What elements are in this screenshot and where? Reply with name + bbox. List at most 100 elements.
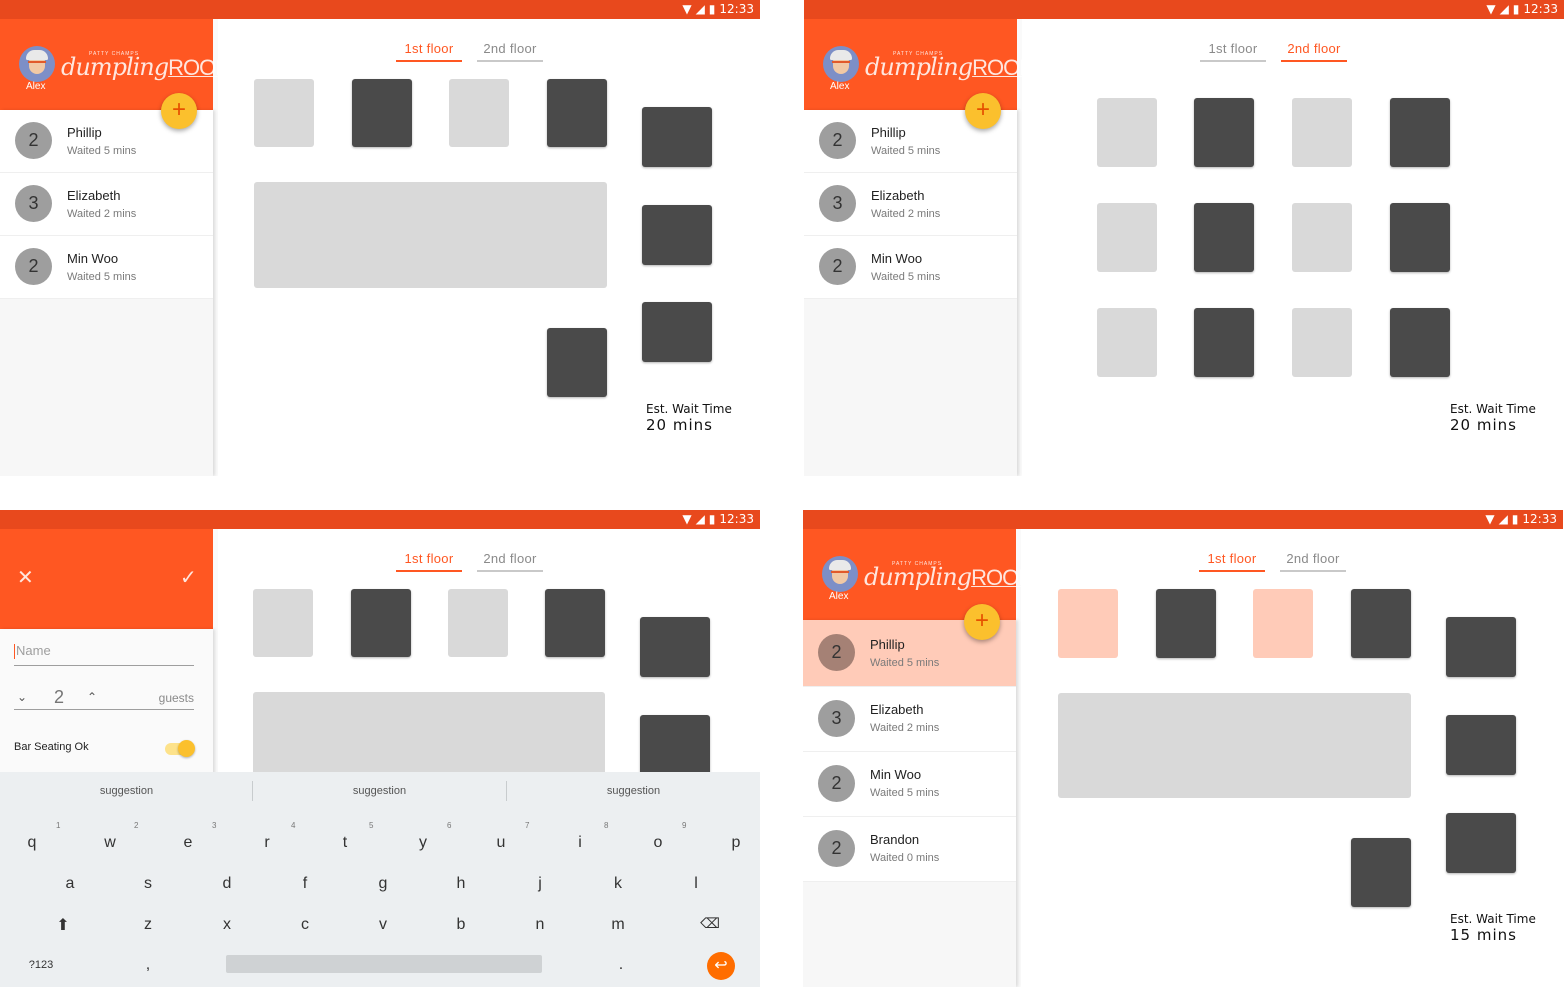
key-o[interactable]: o9 (648, 821, 687, 852)
table-available[interactable] (1292, 308, 1352, 377)
table-occupied[interactable] (1446, 617, 1516, 677)
suggestion-1[interactable]: suggestion (0, 772, 253, 810)
table-occupied[interactable] (1194, 203, 1254, 272)
key-u[interactable]: u7 (491, 821, 530, 852)
table-suggested[interactable] (1058, 589, 1118, 658)
enter-icon[interactable]: ↩ (707, 952, 735, 980)
key-comma[interactable]: , (138, 956, 158, 974)
list-item[interactable]: 3 Elizabeth Waited 2 mins (0, 173, 213, 236)
key-b[interactable]: b (451, 916, 471, 934)
key-w[interactable]: w2 (100, 821, 138, 852)
add-party-button[interactable]: + (965, 93, 1001, 129)
table-occupied[interactable] (547, 79, 607, 147)
table-occupied[interactable] (1194, 98, 1254, 167)
bar-seating-toggle[interactable] (165, 740, 195, 757)
list-item[interactable]: 2 Min Woo Waited 5 mins (0, 236, 213, 299)
avatar[interactable] (822, 556, 858, 592)
est-wait: Est. Wait Time 20 mins (1450, 402, 1536, 434)
key-k[interactable]: k (608, 875, 628, 893)
table-suggested[interactable] (1253, 589, 1313, 658)
key-a[interactable]: a (60, 875, 80, 893)
tab-2nd-floor[interactable]: 2nd floor (477, 551, 543, 572)
avatar[interactable] (823, 46, 859, 82)
table-occupied[interactable] (1351, 838, 1411, 907)
key-t[interactable]: t5 (335, 821, 374, 852)
table-occupied[interactable] (1446, 715, 1516, 775)
tab-1st-floor[interactable]: 1st floor (396, 41, 462, 62)
table-available[interactable] (1292, 98, 1352, 167)
symbols-key[interactable]: ?123 (26, 959, 56, 971)
chevron-up-icon[interactable]: ⌃ (87, 690, 97, 704)
key-i[interactable]: i8 (570, 821, 608, 852)
backspace-icon[interactable]: ⌫ (700, 915, 720, 932)
tab-1st-floor[interactable]: 1st floor (1199, 551, 1265, 572)
list-item[interactable]: 2 Min Woo Waited 5 mins (803, 752, 1016, 817)
key-n[interactable]: n (530, 916, 550, 934)
key-c[interactable]: c (295, 916, 315, 934)
suggestion-2[interactable]: suggestion (253, 772, 506, 810)
table-occupied[interactable] (1390, 308, 1450, 377)
list-item[interactable]: 2 Min Woo Waited 5 mins (804, 236, 1017, 299)
table-available[interactable] (1097, 308, 1157, 377)
key-l[interactable]: l (686, 875, 706, 893)
key-period[interactable]: . (611, 956, 631, 974)
tab-1st-floor[interactable]: 1st floor (1200, 41, 1266, 62)
table-available[interactable] (448, 589, 508, 657)
key-x[interactable]: x (217, 916, 237, 934)
table-occupied[interactable] (640, 715, 710, 775)
table-occupied[interactable] (1351, 589, 1411, 658)
key-j[interactable]: j (530, 875, 550, 893)
tab-2nd-floor[interactable]: 2nd floor (477, 41, 543, 62)
key-y[interactable]: y6 (413, 821, 451, 852)
table-long-available[interactable] (254, 182, 607, 288)
chevron-down-icon[interactable]: ⌄ (17, 690, 27, 704)
key-z[interactable]: z (138, 916, 158, 934)
table-available[interactable] (1292, 203, 1352, 272)
add-party-button[interactable]: + (161, 93, 197, 129)
table-available[interactable] (449, 79, 509, 147)
list-item[interactable]: 2 Brandon Waited 0 mins (803, 817, 1016, 882)
key-g[interactable]: g (373, 875, 393, 893)
key-d[interactable]: d (217, 875, 237, 893)
table-occupied[interactable] (642, 107, 712, 167)
list-item[interactable]: 3 Elizabeth Waited 2 mins (803, 687, 1016, 752)
key-f[interactable]: f (295, 875, 315, 893)
key-s[interactable]: s (138, 875, 158, 893)
key-p[interactable]: p (726, 834, 746, 852)
table-occupied[interactable] (545, 589, 605, 657)
key-e[interactable]: e3 (178, 821, 217, 852)
key-v[interactable]: v (373, 916, 393, 934)
check-icon[interactable]: ✓ (180, 565, 197, 590)
table-occupied[interactable] (547, 328, 607, 397)
avatar[interactable] (19, 46, 55, 82)
close-icon[interactable]: ✕ (17, 565, 34, 590)
list-item[interactable]: 3 Elizabeth Waited 2 mins (804, 173, 1017, 236)
suggestion-3[interactable]: suggestion (507, 772, 760, 810)
table-occupied[interactable] (642, 205, 712, 265)
table-occupied[interactable] (1446, 813, 1516, 873)
table-long-available[interactable] (1058, 693, 1411, 798)
table-occupied[interactable] (1156, 589, 1216, 658)
key-m[interactable]: m (608, 916, 628, 934)
name-field[interactable]: Name (14, 643, 194, 666)
table-occupied[interactable] (1390, 203, 1450, 272)
table-available[interactable] (253, 589, 313, 657)
table-occupied[interactable] (351, 589, 411, 657)
key-r[interactable]: r4 (257, 821, 295, 852)
tab-2nd-floor[interactable]: 2nd floor (1280, 551, 1346, 572)
table-occupied[interactable] (642, 302, 712, 362)
table-occupied[interactable] (352, 79, 412, 147)
add-party-button[interactable]: + (964, 604, 1000, 640)
space-bar[interactable] (226, 955, 542, 973)
table-occupied[interactable] (640, 617, 710, 677)
tab-2nd-floor[interactable]: 2nd floor (1281, 41, 1347, 62)
table-available[interactable] (254, 79, 314, 147)
table-available[interactable] (1097, 98, 1157, 167)
table-occupied[interactable] (1390, 98, 1450, 167)
table-available[interactable] (1097, 203, 1157, 272)
key-h[interactable]: h (451, 875, 471, 893)
table-occupied[interactable] (1194, 308, 1254, 377)
tab-1st-floor[interactable]: 1st floor (396, 551, 462, 572)
shift-icon[interactable]: ⬆ (53, 915, 73, 935)
key-q[interactable]: q1 (22, 821, 61, 852)
